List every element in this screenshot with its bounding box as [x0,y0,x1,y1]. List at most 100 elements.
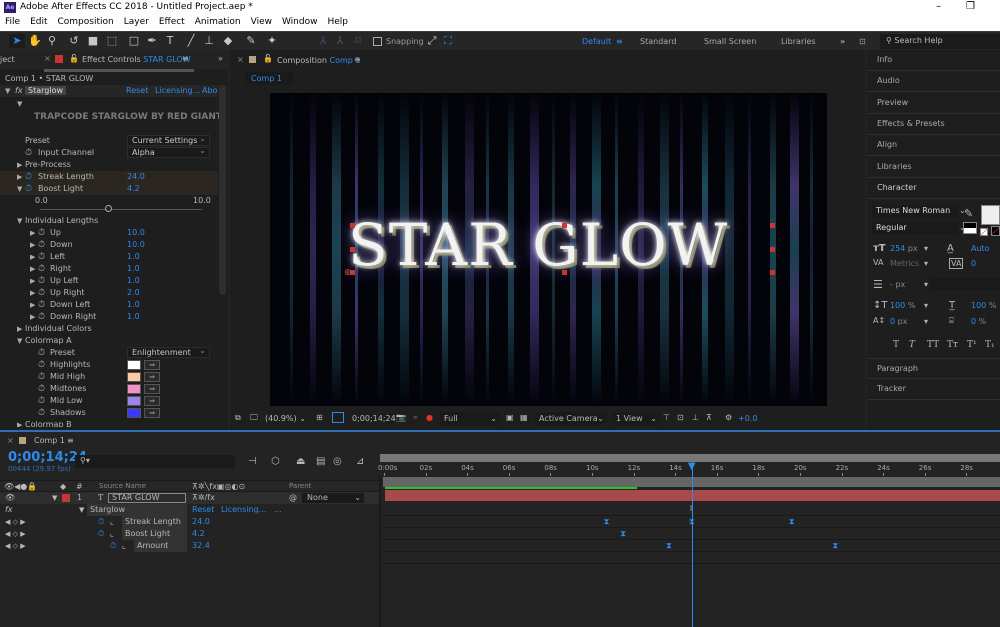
transform-handle[interactable] [770,247,775,252]
panel-menu-icon[interactable]: ≡ [67,436,74,445]
stopwatch-icon[interactable]: ⏱ [38,407,45,419]
brush-tool-icon[interactable]: ╱ [183,34,199,48]
collapse-triangle-icon[interactable]: ▼ [17,215,22,227]
minimize-icon[interactable]: – [936,1,941,12]
collapse-triangle-icon[interactable]: ▼ [17,335,22,347]
anchor-point-icon[interactable]: ⊕ [344,268,352,278]
composition-viewer[interactable]: STAR GLOW ⊕ [270,93,827,406]
text-style-button[interactable]: T¹ [967,340,977,350]
color-swatch[interactable] [127,372,141,382]
fast-previews-icon[interactable]: ⊡ [677,413,684,422]
licensing-link[interactable]: Licensing... [221,504,266,516]
keyframe[interactable]: ⧗ [832,542,839,550]
close-tab-icon[interactable]: × [44,54,51,63]
fill-color-swatch[interactable] [981,205,1000,225]
transform-handle[interactable] [770,270,775,275]
about-link[interactable]: Abo [202,86,217,95]
draft-3d-icon[interactable]: ⬡ [271,456,280,467]
panel-menu-icon[interactable]: ≡ [182,54,189,63]
length-value[interactable]: 1.0 [127,275,140,287]
rectangle-tool-icon[interactable]: □ [126,34,142,48]
stopwatch-icon[interactable]: ⏱ [38,251,45,263]
puppet-pin-tool-icon[interactable]: ✦ [264,34,280,48]
color-swatch[interactable] [127,384,141,394]
expand-triangle-icon[interactable]: ▶ [30,227,35,239]
no-stroke-icon[interactable] [991,226,1000,236]
expand-triangle-icon[interactable]: ▶ [30,311,35,323]
workspace-small-screen[interactable]: Small Screen [704,37,756,46]
transform-handle[interactable] [770,223,775,228]
show-snapshot-icon[interactable]: ⚭ [412,413,419,422]
expand-triangle-icon[interactable]: ▶ [30,299,35,311]
stopwatch-icon[interactable]: ⏱ [38,371,45,383]
eye-icon[interactable]: 👁 [5,492,15,504]
stopwatch-icon[interactable]: ⏱ [38,239,45,251]
text-style-button[interactable]: Tт [947,340,958,350]
pen-tool-icon[interactable]: ✒ [144,34,160,48]
input-channel-dropdown[interactable]: Alpha [127,146,210,158]
expand-triangle-icon[interactable]: ▶ [17,419,22,427]
leading-value[interactable]: Auto [971,244,990,253]
workspace-default[interactable]: Default [582,37,611,46]
frame-blending-icon[interactable]: ▤ [316,456,325,467]
zoom-tool-icon[interactable]: ⚲ [44,34,60,48]
font-style-dropdown[interactable]: Regular [872,222,958,234]
layer-switches[interactable]: ⊼✲/fx [192,492,215,504]
dropdown-arrow-icon[interactable]: ▾ [924,280,928,289]
title-safe-icon[interactable]: ⊞ [316,413,323,422]
transform-handle[interactable] [350,247,355,252]
more-tabs-icon[interactable]: » [218,54,223,63]
snapshot-icon[interactable]: 📷 [396,413,406,422]
eraser-tool-icon[interactable]: ◆ [220,34,236,48]
axis-local-icon[interactable]: ⅄ [315,34,331,48]
font-size-value[interactable]: 254 px [890,244,918,253]
eyedropper-icon[interactable]: ✎ [964,207,973,220]
views-dropdown[interactable]: 1 View ⌄ [612,412,660,425]
individual-colors-row[interactable]: ▶ Individual Colors [0,323,218,335]
layer-row[interactable]: 👁 ▼ 1 T STAR GLOW ⊼✲/fx @ None ⌄ [0,492,380,504]
shy-layers-icon[interactable]: ⏏ [296,456,305,467]
stopwatch-icon[interactable]: ⏱ [38,227,45,239]
timeline-icon[interactable]: ⊥ [692,413,699,422]
zoom-dropdown[interactable]: (40.9%) ⌄ [265,414,306,423]
menu-layer[interactable]: Layer [119,16,154,31]
text-style-button[interactable]: T₁ [985,340,995,350]
text-style-button[interactable]: T [909,340,915,350]
font-family-dropdown[interactable]: Times New Roman [872,205,958,217]
menu-file[interactable]: File [0,16,25,31]
project-tab[interactable]: ject [0,55,15,64]
keyframe-navigator[interactable]: ◀ ◇ ▶ [5,516,26,528]
length-value[interactable]: 1.0 [127,251,140,263]
stopwatch-icon[interactable]: ⏱ [38,299,45,311]
pickwhip-icon[interactable]: @ [289,492,297,504]
panel-info[interactable]: Info [867,50,1000,71]
flowchart-icon[interactable]: ⊼ [706,413,712,422]
restore-icon[interactable]: ❐ [966,1,975,12]
length-value[interactable]: 1.0 [127,299,140,311]
fx-icon[interactable]: fx [15,86,23,95]
pre-process-row[interactable]: ▶ Pre-Process [0,159,218,171]
camera-tool-icon[interactable]: ■ [85,34,101,48]
tracker-panel[interactable]: Tracker [867,379,1000,400]
layer-label-color[interactable] [62,494,70,502]
fx-icon[interactable]: fx [5,504,13,516]
camera-dropdown[interactable]: Active Camera ⌄ [535,412,607,425]
comp-subtab[interactable]: Comp 1 [245,72,293,85]
boost-light-slider-track[interactable] [40,209,202,210]
expand-triangle-icon[interactable]: ▶ [30,287,35,299]
composition-mini-flowchart-icon[interactable]: ⊣ [248,456,257,467]
hand-tool-icon[interactable]: ✋ [27,34,43,48]
snapping-checkbox[interactable] [373,37,382,46]
lock-icon[interactable]: 🔓 [69,54,79,63]
length-value[interactable]: 1.0 [127,263,140,275]
transform-handle[interactable] [350,223,355,228]
transform-handle[interactable] [562,223,567,228]
streak-length-value[interactable]: 24.0 [127,171,145,183]
snap-features-icon[interactable]: ⛶ [440,34,456,48]
source-name-column[interactable]: Source Name [99,482,146,490]
playhead-handle[interactable]: ▼ [688,461,696,472]
collapse-triangle-icon[interactable]: ▼ [79,504,84,516]
transparency-grid-icon[interactable]: ▦ [520,413,528,422]
boost-light-slider-thumb[interactable] [105,205,113,212]
composition-tab[interactable]: Composition Comp 1 [277,56,361,65]
